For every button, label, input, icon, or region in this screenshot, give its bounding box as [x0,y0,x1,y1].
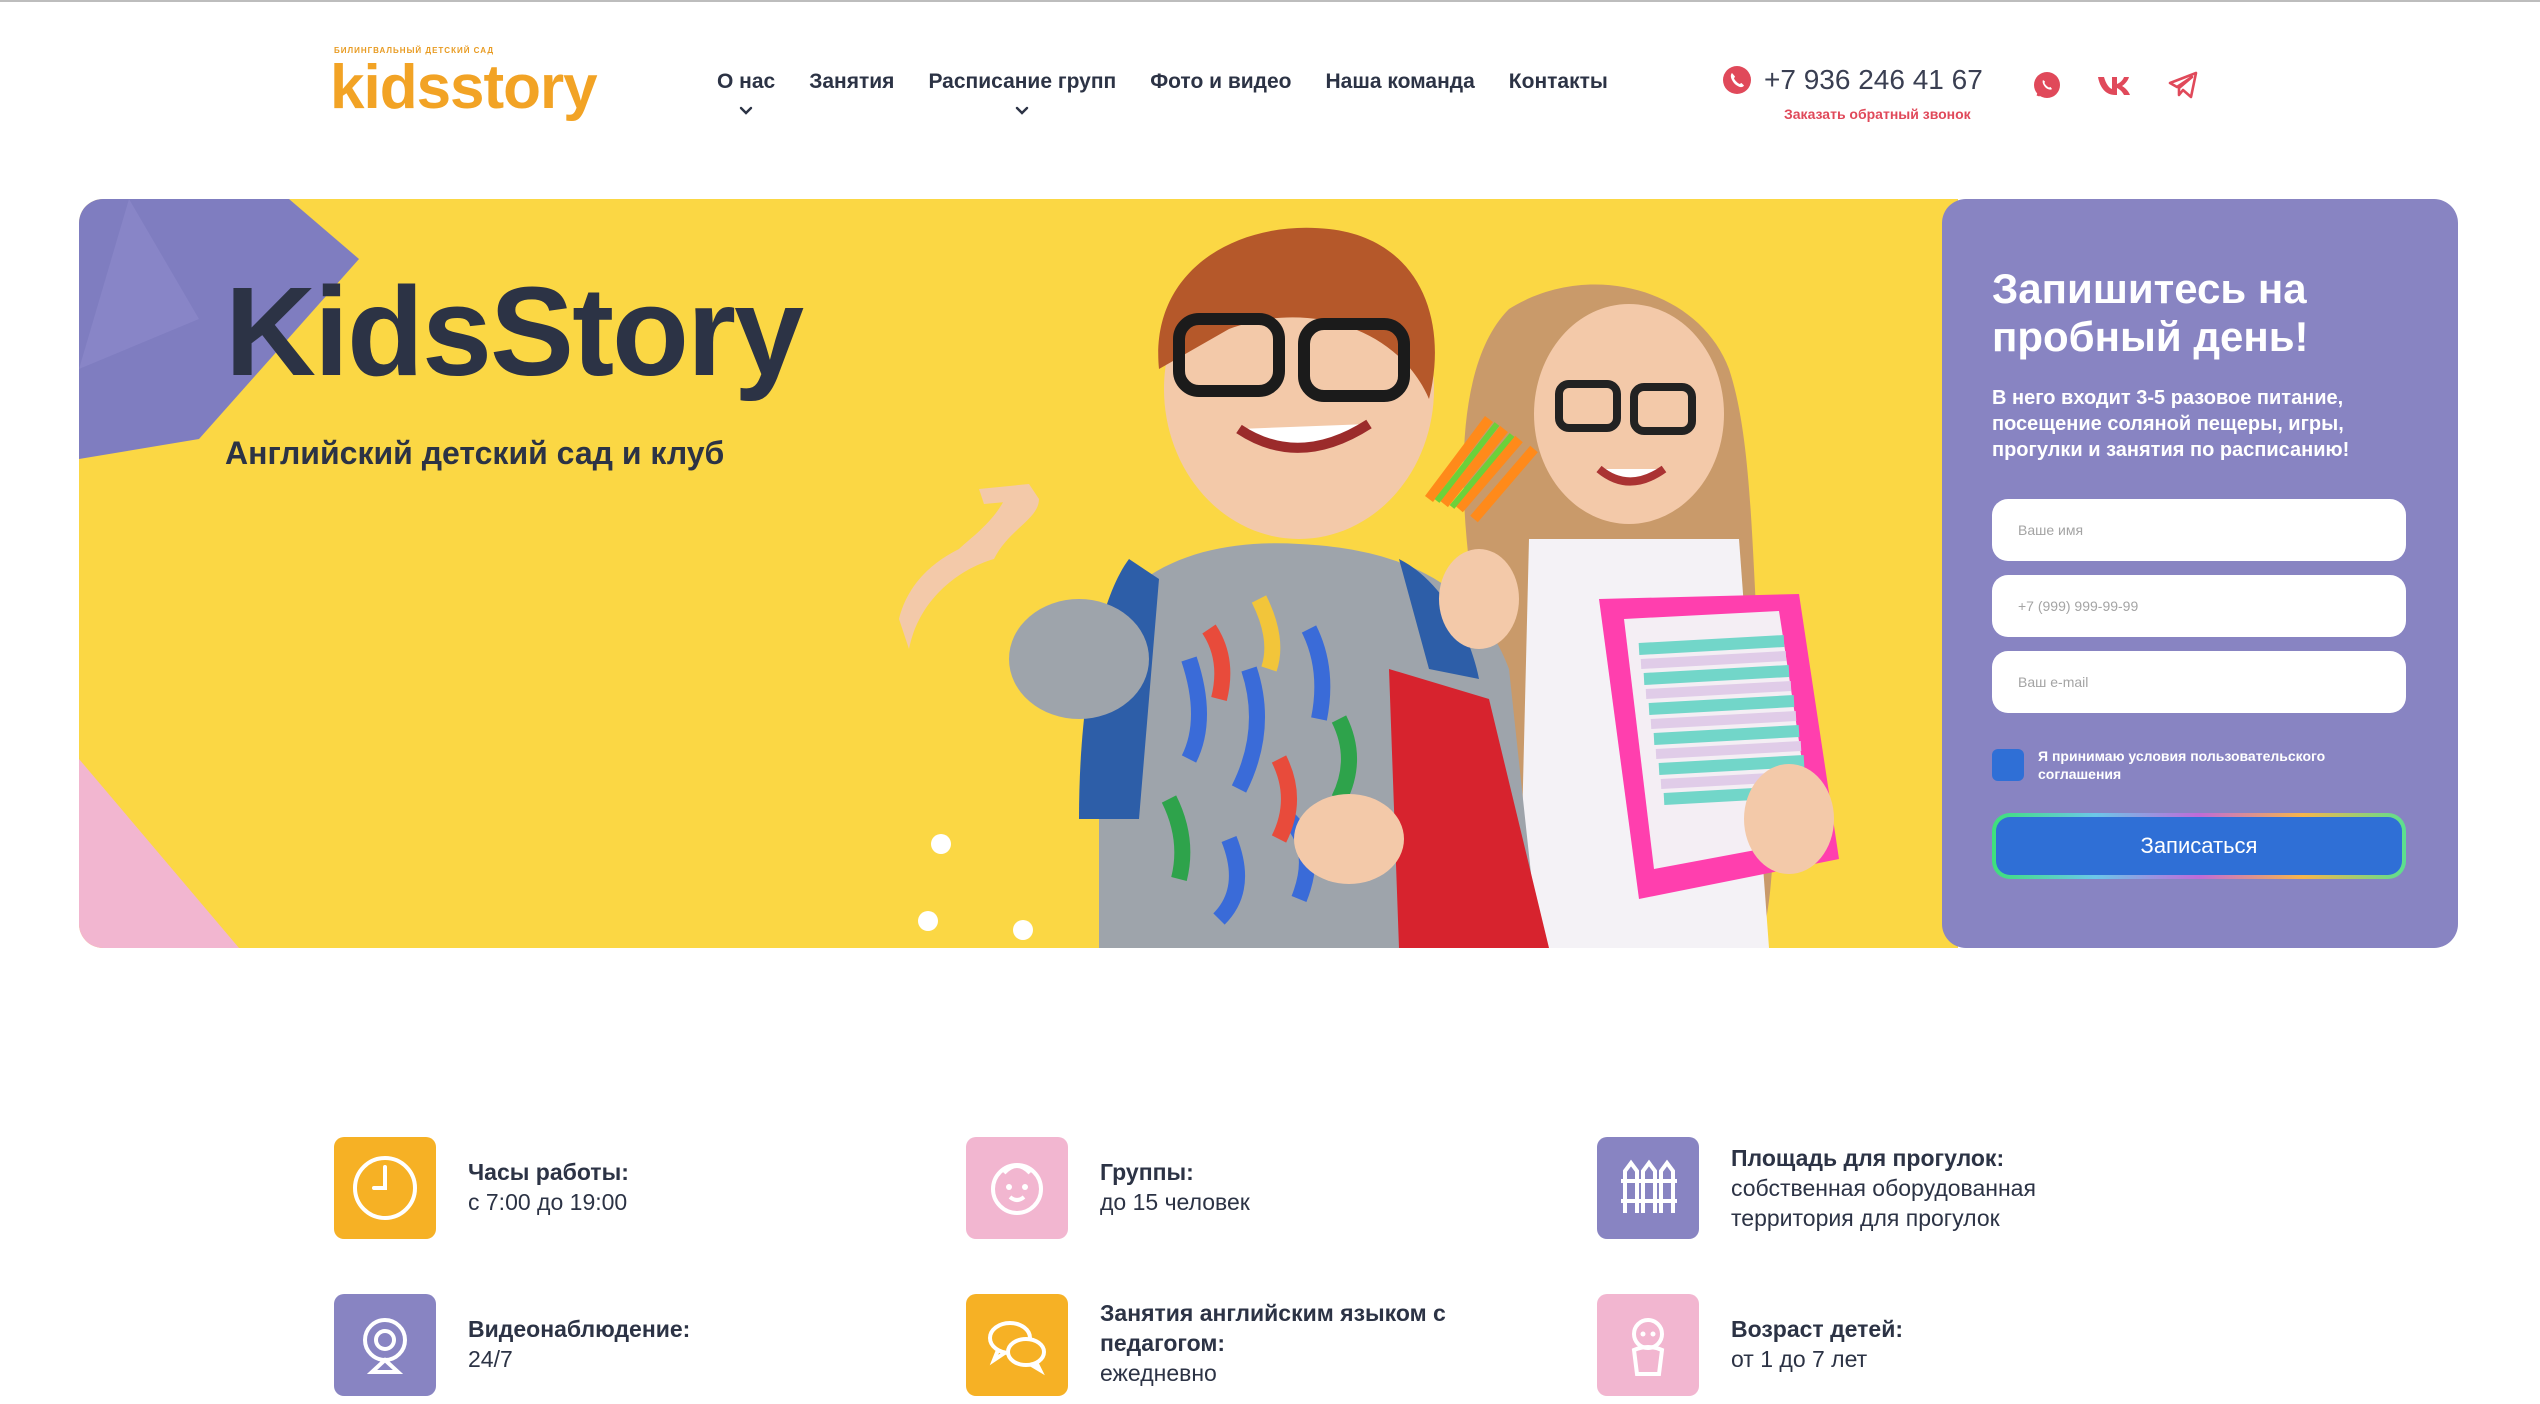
agreement-checkbox[interactable] [1992,749,2024,781]
feature-hours: Часы работы: с 7:00 до 19:00 [334,1137,934,1247]
form-title: Запишитесь на пробный день! [1992,265,2309,360]
baby-icon [1597,1294,1699,1396]
logo[interactable]: БИЛИНГВАЛЬНЫЙ ДЕТСКИЙ САД kids story [330,42,600,122]
telegram-icon[interactable] [2166,68,2200,102]
main-nav: О нас Занятия Расписание групп Фото и ви… [700,70,1625,115]
nav-item-team[interactable]: Наша команда [1309,70,1492,94]
webcam-icon [334,1294,436,1396]
form-description: В него входит 3-5 разовое питание, посещ… [1992,387,2350,461]
phone-block[interactable]: +7 936 246 41 67 [1722,64,1983,96]
feature-value: от 1 до 7 лет [1731,1346,1868,1372]
name-field[interactable] [1992,499,2406,561]
trial-day-form: Запишитесь на пробный день! В него входи… [1942,199,2458,948]
feature-title: Площадь для прогулок: [1731,1145,2005,1171]
chevron-down-icon [739,106,753,115]
feature-text: Возраст детей: от 1 до 7 лет [1731,1314,1903,1374]
submit-button[interactable]: Записаться [1992,813,2406,879]
feature-title: Часы работы: [468,1159,629,1185]
feature-text: Группы: до 15 человек [1100,1157,1250,1217]
feature-title: Занятия английским языком с педагогом: [1100,1300,1446,1356]
chat-bubbles-icon [966,1294,1068,1396]
feature-english: Занятия английским языком с педагогом: е… [966,1294,1566,1404]
hero-title: KidsStory [225,261,804,402]
feature-value: с 7:00 до 19:00 [468,1189,628,1215]
fence-icon [1597,1137,1699,1239]
nav-label: О нас [717,70,776,93]
nav-label: Занятия [809,70,895,93]
phone-field[interactable] [1992,575,2406,637]
top-border [0,0,2540,2]
feature-title: Возраст детей: [1731,1316,1904,1342]
chevron-down-icon [1016,106,1029,115]
nav-label: Фото и видео [1150,70,1292,93]
feature-value: до 15 человек [1100,1189,1250,1215]
logo-kids-text: kids [330,53,451,122]
nav-item-schedule[interactable]: Расписание групп [911,70,1133,115]
nav-item-about[interactable]: О нас [700,70,792,115]
whatsapp-icon[interactable] [2030,68,2064,102]
nav-label: Расписание групп [928,70,1117,93]
feature-text: Занятия английским языком с педагогом: е… [1100,1298,1520,1388]
nav-item-media[interactable]: Фото и видео [1133,70,1308,94]
submit-button-label: Записаться [1996,817,2402,875]
hero-subtitle: Английский детский сад и клуб [225,435,725,471]
phone-icon [1723,66,1751,94]
nav-item-contacts[interactable]: Контакты [1492,70,1625,94]
feature-title: Видеонаблюдение: [468,1316,691,1342]
vk-icon[interactable] [2096,68,2136,102]
hero-banner: KidsStory Английский детский сад и клуб [79,199,1958,948]
email-field[interactable] [1992,651,2406,713]
feature-groups: Группы: до 15 человек [966,1137,1566,1247]
feature-value: собственная оборудованная территория для… [1731,1175,2036,1231]
nav-item-classes[interactable]: Занятия [792,70,911,94]
feature-value: 24/7 [468,1346,513,1372]
nav-label: Контакты [1508,70,1608,93]
feature-video: Видеонаблюдение: 24/7 [334,1294,934,1404]
logo-story-text: story [450,53,598,122]
feature-text: Видеонаблюдение: 24/7 [468,1314,690,1374]
feature-text: Часы работы: с 7:00 до 19:00 [468,1157,629,1217]
phone-number[interactable]: +7 936 246 41 67 [1764,64,1983,96]
feature-text: Площадь для прогулок: собственная оборуд… [1731,1143,2101,1233]
feature-playground: Площадь для прогулок: собственная оборуд… [1597,1137,2297,1247]
agreement-label[interactable]: Я принимаю условия пользовательского сог… [2038,747,2368,783]
callback-link[interactable]: Заказать обратный звонок [1784,106,1971,122]
feature-value: ежедневно [1100,1360,1217,1386]
clock-icon [334,1137,436,1239]
feature-title: Группы: [1100,1159,1194,1185]
feature-age: Возраст детей: от 1 до 7 лет [1597,1294,2197,1404]
child-face-icon [966,1137,1068,1239]
nav-label: Наша команда [1325,70,1475,93]
